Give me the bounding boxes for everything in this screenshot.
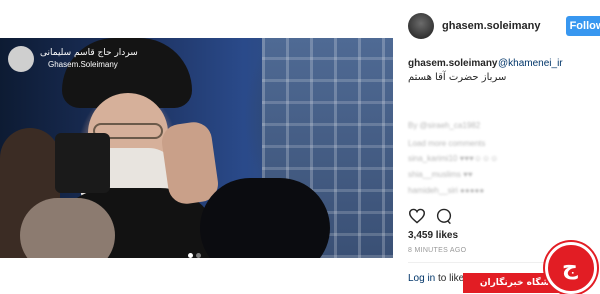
caption-mention[interactable]: @khamenei_ir [498, 58, 563, 69]
crowd-head [20, 198, 115, 258]
post-time: 8 MINUTES AGO [408, 247, 467, 254]
camera [55, 133, 110, 193]
news-agency-badge: باشگاه خبرنگاران ج [463, 240, 600, 294]
watermark-text: سردار حاج قاسم سلیمانی [40, 48, 138, 58]
blurred-comment: shia__muslims ♥♥ [408, 170, 473, 179]
caption-username[interactable]: ghasem.soleimany [408, 58, 497, 69]
likes-count[interactable]: 3,459 likes [408, 230, 458, 241]
blurred-comment: sina_karimi10 ♥♥♥☺☺☺ [408, 154, 499, 163]
login-prompt: Log in to like [408, 273, 464, 284]
blurred-comment: hamideh__siri ●●●●● [408, 186, 485, 195]
post-photo[interactable]: سردار حاج قاسم سلیمانی Ghasem.Soleimany [0, 38, 393, 258]
follow-button[interactable]: Follow [566, 16, 600, 36]
carousel-dot[interactable] [196, 253, 201, 258]
badge-glyph: ج [562, 255, 578, 280]
caption-text: سرباز حضرت آقا هستم [408, 72, 507, 83]
heart-icon[interactable] [408, 208, 426, 224]
login-link[interactable]: Log in [408, 273, 435, 284]
header-username[interactable]: ghasem.soleimany [442, 20, 540, 32]
login-rest: to like [438, 273, 465, 284]
crowd-head [200, 178, 330, 258]
carousel-dot-active[interactable] [188, 253, 193, 258]
watermark-logo [8, 46, 34, 72]
watermark-handle: Ghasem.Soleimany [48, 60, 118, 69]
saluting-hand [159, 119, 221, 207]
comment-icon[interactable] [435, 208, 453, 225]
post-header: ghasem.soleimany Follow [408, 13, 600, 41]
badge-logo: ج [545, 242, 597, 294]
carousel-dots[interactable] [188, 245, 204, 258]
load-more-comments[interactable]: Load more comments [408, 139, 485, 148]
blurred-comment: By @siraeh_ca1982 [408, 121, 481, 130]
avatar[interactable] [408, 13, 434, 39]
